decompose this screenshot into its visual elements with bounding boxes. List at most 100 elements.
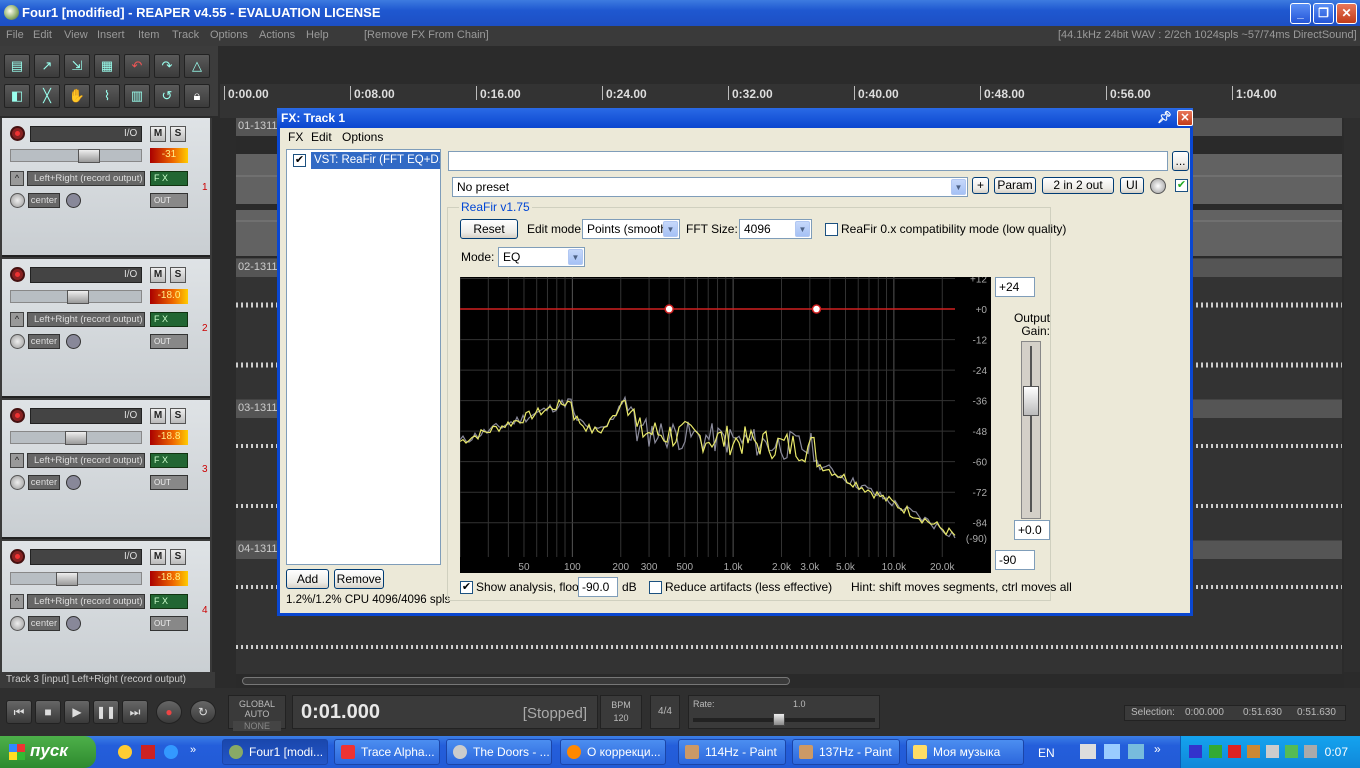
envelope-icon[interactable]: ^ [10, 594, 24, 609]
phase-icon[interactable] [66, 193, 81, 208]
language-indicator[interactable]: EN [1038, 746, 1055, 760]
eq-graph[interactable]: +12 +0 -12 -24 -36 -48 -60 -72 -84 (-90) 50 100 200 3… [460, 277, 991, 573]
menu-help[interactable]: Help [306, 29, 329, 41]
solo-button[interactable]: S [170, 126, 186, 142]
envelope-icon[interactable]: ^ [10, 171, 24, 186]
fx-enable-checkbox[interactable]: ✔ [293, 154, 306, 167]
phase-icon[interactable] [66, 616, 81, 631]
fx-menu-options[interactable]: Options [342, 130, 383, 144]
pin-icon[interactable]: 📌︎ [1157, 110, 1172, 124]
time-signature[interactable]: 4/4 [650, 695, 680, 729]
selection-start[interactable]: 0:00.000 [1185, 707, 1224, 718]
repeat-icon[interactable]: ↻ [190, 700, 216, 724]
gain-slider-track[interactable] [1021, 341, 1041, 519]
task-reaper[interactable]: Four1 [modi... [222, 739, 328, 765]
tray-net-icon[interactable] [1285, 745, 1298, 758]
selection-end[interactable]: 0:51.630 [1243, 707, 1282, 718]
menu-item[interactable]: Item [138, 29, 159, 41]
volume-fader-knob[interactable] [56, 572, 78, 586]
pan-value[interactable]: center [28, 616, 60, 631]
volume-fader-knob[interactable] [67, 290, 89, 304]
mute-button[interactable]: M [150, 549, 166, 565]
task-paint-114[interactable]: 114Hz - Paint [678, 739, 786, 765]
compat-checkbox[interactable] [825, 223, 838, 236]
pause-icon[interactable]: ❚❚ [93, 700, 119, 724]
lock-icon[interactable]: 🔒︎ [184, 84, 210, 108]
output-button[interactable]: OUT [150, 616, 188, 631]
tray-volume-icon[interactable] [1266, 745, 1279, 758]
phase-icon[interactable] [66, 334, 81, 349]
solo-button[interactable]: S [170, 267, 186, 283]
preset-select[interactable]: No preset ▼ [452, 177, 968, 197]
minimize-button[interactable]: _ [1290, 3, 1311, 24]
param-button[interactable]: Param [994, 177, 1036, 194]
close-button[interactable]: ✕ [1336, 3, 1357, 24]
add-preset-button[interactable]: + [972, 177, 989, 194]
reduce-artifacts-checkbox[interactable] [649, 581, 662, 594]
pan-knob-icon[interactable] [10, 616, 25, 631]
io-button[interactable]: I/O [124, 269, 137, 280]
output-button[interactable]: OUT [150, 193, 188, 208]
fx-button[interactable]: F X [150, 453, 188, 468]
go-to-end-icon[interactable]: ⏭ [122, 700, 148, 724]
pan-knob-icon[interactable] [10, 334, 25, 349]
record-arm-icon[interactable] [10, 408, 25, 423]
save-project-icon[interactable]: ⇲ [64, 54, 90, 78]
menu-edit[interactable]: Edit [33, 29, 52, 41]
solo-button[interactable]: S [170, 408, 186, 424]
envelope-icon[interactable]: ^ [10, 312, 24, 327]
record-arm-icon[interactable] [10, 126, 25, 141]
volume-fader-knob[interactable] [78, 149, 100, 163]
remove-fx-button[interactable]: Remove [334, 569, 384, 589]
snap-icon[interactable]: ◧ [4, 84, 30, 108]
input-select[interactable]: Left+Right (record output) [27, 453, 145, 468]
fx-close-button[interactable]: ✕ [1177, 110, 1193, 126]
menu-actions[interactable]: Actions [259, 29, 295, 41]
open-project-icon[interactable]: ↗ [34, 54, 60, 78]
input-select[interactable]: Left+Right (record output) [27, 594, 145, 609]
selection-length[interactable]: 0:51.630 [1297, 707, 1336, 718]
mute-button[interactable]: M [150, 126, 166, 142]
track-4[interactable]: I/O M S -18.8 ^ Left+Right (record outpu… [2, 541, 210, 680]
task-paint-137[interactable]: 137Hz - Paint [792, 739, 900, 765]
tray-drive-icon[interactable] [1104, 744, 1120, 759]
io-button[interactable]: I/O [124, 128, 137, 139]
mute-button[interactable]: M [150, 408, 166, 424]
undo-icon[interactable]: ↶ [124, 54, 150, 78]
tray-app-icon[interactable] [1209, 745, 1222, 758]
quicklaunch-app-icon[interactable] [164, 745, 178, 759]
rate-slider-knob[interactable] [773, 713, 785, 726]
bypass-checkbox[interactable]: ✔ [1175, 179, 1188, 192]
tray-monitor-icon[interactable] [1189, 745, 1202, 758]
reset-button[interactable]: Reset [460, 219, 518, 239]
menu-track[interactable]: Track [172, 29, 199, 41]
project-settings-icon[interactable]: ▦ [94, 54, 120, 78]
tray-network-icon[interactable] [1128, 744, 1144, 759]
fx-chain-item[interactable]: VST: ReaFir (FFT EQ+D... [311, 152, 440, 169]
wet-knob-icon[interactable] [1150, 178, 1166, 194]
pan-value[interactable]: center [28, 334, 60, 349]
add-fx-button[interactable]: Add [286, 569, 329, 589]
record-arm-icon[interactable] [10, 549, 25, 564]
gain-value-field[interactable]: +0.0 [1014, 520, 1050, 540]
tray-device-icon[interactable] [1304, 745, 1317, 758]
fx-button[interactable]: F X [150, 594, 188, 609]
phase-icon[interactable] [66, 475, 81, 490]
global-auto[interactable]: GLOBAL AUTO NONE [228, 695, 286, 731]
metronome-icon[interactable]: △ [184, 54, 210, 78]
show-analysis-checkbox[interactable]: ✔ [460, 581, 473, 594]
tray-close-icon[interactable] [1228, 745, 1241, 758]
tray-folder-icon[interactable] [1080, 744, 1096, 759]
pan-knob-icon[interactable] [10, 193, 25, 208]
io-button[interactable]: I/O [124, 410, 137, 421]
floor-field[interactable]: -90 [995, 550, 1035, 570]
solo-button[interactable]: S [170, 549, 186, 565]
output-button[interactable]: OUT [150, 334, 188, 349]
top-db-field[interactable]: +24 [995, 277, 1035, 297]
eq-point-handle[interactable] [664, 304, 674, 314]
rate-box[interactable]: Rate: 1.0 [688, 695, 880, 729]
grid-icon[interactable]: ╳ [34, 84, 60, 108]
pan-value[interactable]: center [28, 475, 60, 490]
volume-fader[interactable] [10, 572, 142, 586]
task-doors[interactable]: The Doors - ... [446, 739, 552, 765]
